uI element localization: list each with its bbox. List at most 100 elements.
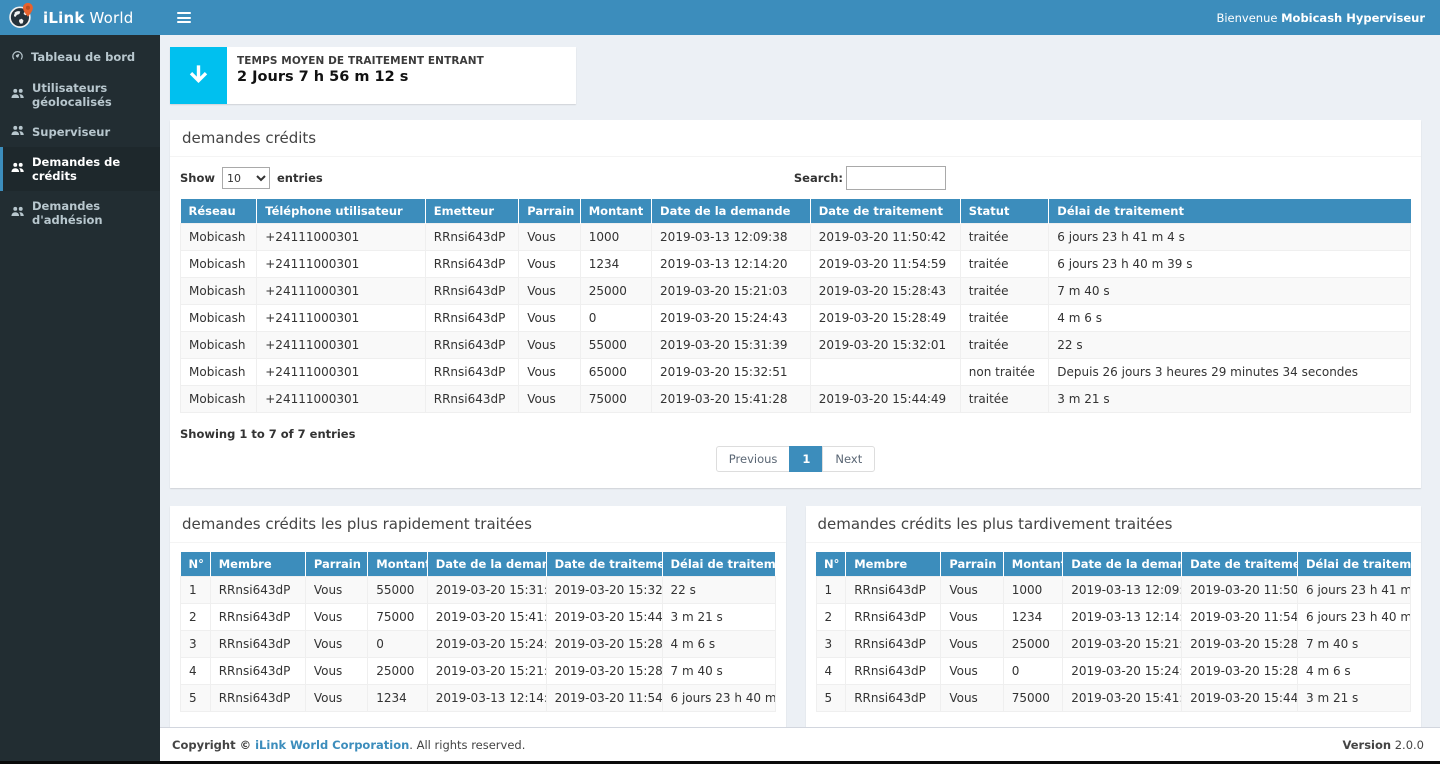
sidebar-item-demandes-d-adhesion[interactable]: Demandes d'adhésion [0, 191, 160, 235]
top-navbar: Bienvenue Mobicash Hyperviseur [160, 0, 1440, 35]
table-cell: +24111000301 [257, 305, 426, 332]
table-cell: RRnsi643dP [425, 278, 518, 305]
table-cell: RRnsi643dP [425, 305, 518, 332]
table-cell: traitée [960, 224, 1049, 251]
show-label: Show [180, 171, 215, 185]
table-header-row: N°MembreParrainMontantDate de la demande… [816, 552, 1411, 577]
credits-table: RéseauTéléphone utilisateurEmetteurParra… [180, 199, 1411, 413]
table-cell: 2019-03-20 15:21:03 [1063, 631, 1182, 658]
sidebar-item-tableau-de-bord[interactable]: Tableau de bord [0, 41, 160, 73]
column-header[interactable]: N° [181, 552, 211, 577]
column-header[interactable]: Parrain [941, 552, 1003, 577]
next-page-button[interactable]: Next [822, 446, 875, 472]
table-cell: Vous [941, 604, 1003, 631]
table-row: 2RRnsi643dPVous12342019-03-13 12:14:2020… [816, 604, 1411, 631]
column-header[interactable]: Parrain [519, 199, 581, 224]
table-cell: 2019-03-20 15:41:28 [427, 604, 546, 631]
search-label: Search: [794, 171, 843, 185]
table-cell: traitée [960, 278, 1049, 305]
sidebar-item-utilisateurs-geolocalises[interactable]: Utilisateurs géolocalisés [0, 73, 160, 117]
search-input[interactable] [846, 166, 946, 190]
page-length-select[interactable]: 10 [222, 167, 270, 189]
table-cell: 2019-03-20 11:54:59 [546, 685, 662, 712]
column-header[interactable]: Date de traitement [546, 552, 662, 577]
table-cell: 5 [181, 685, 211, 712]
infobox-value: 2 Jours 7 h 56 m 12 s [237, 69, 484, 85]
table-cell: 55000 [580, 332, 651, 359]
column-header[interactable]: Date de la demande [427, 552, 546, 577]
table-cell: RRnsi643dP [425, 386, 518, 413]
entries-label: entries [277, 171, 323, 185]
column-header[interactable]: Parrain [305, 552, 367, 577]
table-cell: 2019-03-20 15:41:28 [652, 386, 811, 413]
previous-page-button[interactable]: Previous [716, 446, 791, 472]
table-cell: RRnsi643dP [210, 685, 305, 712]
column-header[interactable]: Téléphone utilisateur [257, 199, 426, 224]
column-header[interactable]: Délai de traitement [1298, 552, 1411, 577]
page-1-button[interactable]: 1 [789, 446, 823, 472]
table-cell: 2019-03-20 15:32:51 [652, 359, 811, 386]
sidebar-item-label: Demandes d'adhésion [32, 199, 156, 227]
table-cell: 1000 [580, 224, 651, 251]
users-icon [11, 88, 25, 102]
column-header[interactable]: Date de traitement [1182, 552, 1298, 577]
table-cell: 1 [816, 577, 846, 604]
column-header[interactable]: Délai de traitement [662, 552, 775, 577]
table-cell: 2019-03-20 15:24:43 [1063, 658, 1182, 685]
sidebar: iLink World Tableau de bord [0, 0, 160, 761]
table-row: 3RRnsi643dPVous250002019-03-20 15:21:032… [816, 631, 1411, 658]
column-header[interactable]: Membre [210, 552, 305, 577]
table-cell: Vous [305, 604, 367, 631]
table-cell: +24111000301 [257, 278, 426, 305]
table-cell: Vous [519, 359, 581, 386]
column-header[interactable]: Réseau [181, 199, 257, 224]
table-header-row: RéseauTéléphone utilisateurEmetteurParra… [181, 199, 1411, 224]
dashboard-icon [11, 49, 24, 65]
latest-credits-panel: demandes crédits les plus tardivement tr… [806, 506, 1422, 727]
table-cell: 0 [1003, 658, 1062, 685]
table-cell: 6 jours 23 h 41 m 4 s [1049, 224, 1411, 251]
table-cell: 6 jours 23 h 40 m 39 s [1049, 251, 1411, 278]
table-cell: 6 jours 23 h 41 m 4 s [1298, 577, 1411, 604]
column-header[interactable]: Date de la demande [652, 199, 811, 224]
table-cell: 22 s [662, 577, 775, 604]
table-cell: 2019-03-13 12:09:38 [652, 224, 811, 251]
company-link[interactable]: iLink World Corporation [255, 738, 409, 752]
table-cell: RRnsi643dP [425, 224, 518, 251]
table-row: Mobicash+24111000301RRnsi643dPVous100020… [181, 224, 1411, 251]
table-row: 4RRnsi643dPVous02019-03-20 15:24:432019-… [816, 658, 1411, 685]
table-cell: RRnsi643dP [846, 685, 941, 712]
column-header[interactable]: Délai de traitement [1049, 199, 1411, 224]
fastest-credits-panel: demandes crédits les plus rapidement tra… [170, 506, 786, 727]
table-cell: RRnsi643dP [846, 577, 941, 604]
column-header[interactable]: Emetteur [425, 199, 518, 224]
column-header[interactable]: Montant [1003, 552, 1062, 577]
table-cell: 1000 [1003, 577, 1062, 604]
column-header[interactable]: Date de traitement [810, 199, 960, 224]
column-header[interactable]: Montant [580, 199, 651, 224]
showing-entries-text: Showing 1 to 7 of 7 entries [180, 427, 1411, 441]
table-cell: 2019-03-20 11:54:59 [810, 251, 960, 278]
users-icon [11, 206, 25, 220]
table-row: Mobicash+24111000301RRnsi643dPVous750002… [181, 386, 1411, 413]
table-cell: 2019-03-20 15:21:03 [652, 278, 811, 305]
table-cell: 2 [181, 604, 211, 631]
table-cell: 25000 [580, 278, 651, 305]
table-row: 3RRnsi643dPVous02019-03-20 15:24:432019-… [181, 631, 776, 658]
table-cell: 1234 [580, 251, 651, 278]
table-cell: 75000 [368, 604, 427, 631]
column-header[interactable]: Membre [846, 552, 941, 577]
table-cell: 4 [181, 658, 211, 685]
sidebar-toggle-button[interactable] [175, 8, 193, 27]
column-header[interactable]: N° [816, 552, 846, 577]
table-cell: 2019-03-20 15:44:49 [810, 386, 960, 413]
fastest-credits-table: N°MembreParrainMontantDate de la demande… [180, 552, 776, 712]
column-header[interactable]: Date de la demande [1063, 552, 1182, 577]
table-cell: 3 m 21 s [1298, 685, 1411, 712]
column-header[interactable]: Statut [960, 199, 1049, 224]
sidebar-item-superviseur[interactable]: Superviseur [0, 117, 160, 147]
sidebar-item-demandes-de-credits[interactable]: Demandes de crédits [0, 147, 160, 191]
column-header[interactable]: Montant [368, 552, 427, 577]
table-cell: 2019-03-20 15:21:03 [427, 658, 546, 685]
app-logo[interactable]: iLink World [0, 0, 160, 35]
